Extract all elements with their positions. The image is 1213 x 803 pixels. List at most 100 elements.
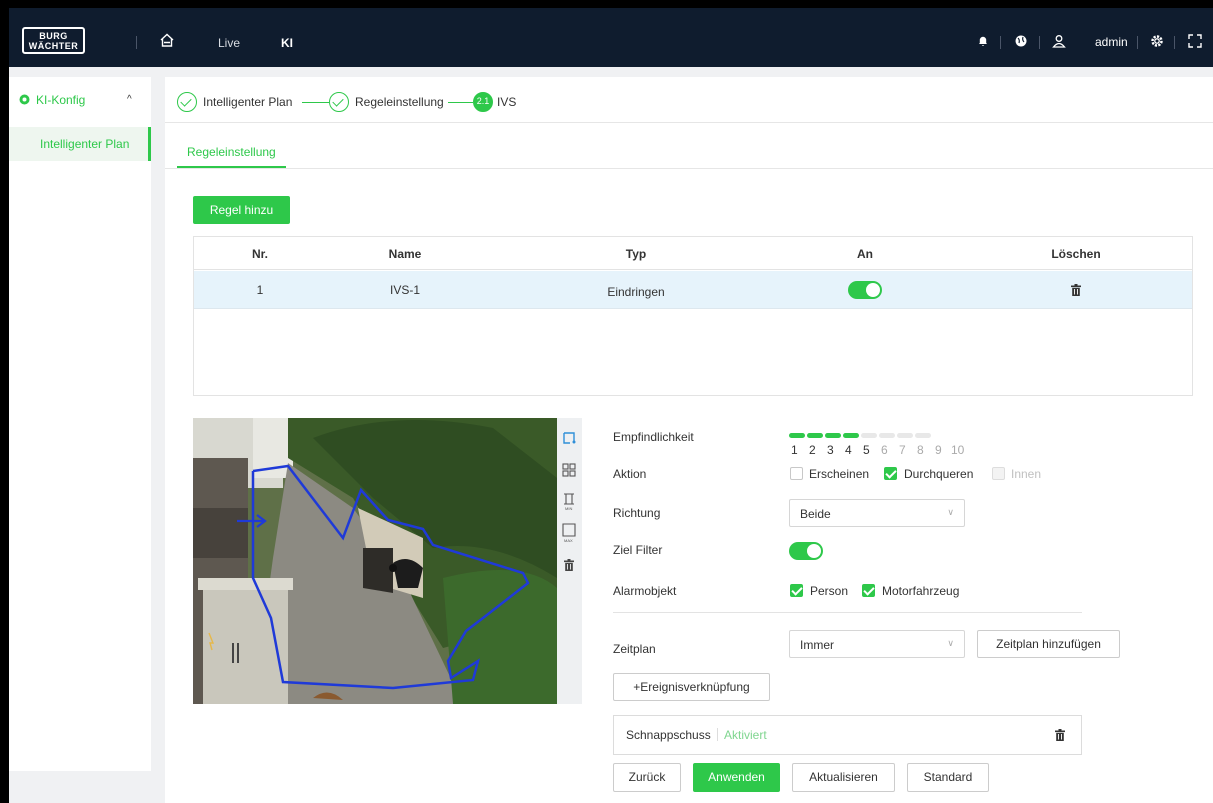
camera-preview[interactable] — [193, 418, 557, 704]
sensitivity-tick: 3 — [827, 443, 834, 457]
table-row[interactable]: 1 IVS-1 Eindringen — [194, 271, 1192, 309]
max-size-icon[interactable]: MAX — [562, 523, 576, 543]
sensitivity-tick: 9 — [935, 443, 942, 457]
default-button[interactable]: Standard — [907, 763, 989, 792]
sensitivity-segment — [897, 433, 913, 438]
divider — [1000, 36, 1001, 49]
check-icon — [329, 92, 349, 112]
chevron-down-icon: ∨ — [947, 638, 954, 648]
rules-table: Nr. Name Typ An Löschen 1 IVS-1 Eindring… — [193, 236, 1193, 396]
label-erscheinen: Erscheinen — [809, 467, 870, 481]
user-name[interactable]: admin — [1095, 35, 1128, 49]
top-bar: BURG WÄCHTER Live KI admin — [9, 8, 1213, 67]
schedule-select[interactable]: Immer ∨ — [789, 630, 965, 658]
camera-scene — [193, 418, 557, 704]
user-icon[interactable] — [1052, 34, 1066, 48]
label-richtung: Richtung — [613, 506, 661, 520]
main-content: Intelligenter Plan Regeleinstellung 2.1 … — [165, 77, 1213, 803]
checkbox-person[interactable] — [790, 584, 803, 597]
min-size-icon[interactable]: MIN — [562, 493, 576, 511]
draw-rule-icon[interactable] — [562, 431, 576, 445]
checkbox-innen — [992, 467, 1005, 480]
event-link-button[interactable]: +Ereignisverknüpfung — [613, 673, 770, 701]
refresh-button[interactable]: Aktualisieren — [792, 763, 895, 792]
nav-live[interactable]: Live — [218, 36, 240, 50]
table-header: Nr. Name Typ An Löschen — [194, 237, 1192, 270]
label-person: Person — [810, 584, 849, 598]
grid-target-icon[interactable] — [562, 463, 576, 477]
sensitivity-segment — [825, 433, 841, 438]
app-window: BURG WÄCHTER Live KI admin KI-Konfig ^ I… — [9, 8, 1213, 803]
snapshot-label: Schnappschuss — [626, 728, 711, 742]
snapshot-status: Aktiviert — [724, 728, 767, 742]
step-regeleinstellung: Regeleinstellung — [355, 95, 444, 109]
svg-text:MAX: MAX — [564, 538, 573, 543]
apply-button[interactable]: Anwenden — [693, 763, 780, 792]
label-innen: Innen — [1011, 467, 1042, 481]
step-number: 2.1 — [473, 92, 493, 112]
sensitivity-tick: 4 — [845, 443, 852, 457]
home-icon[interactable] — [159, 32, 175, 48]
divider — [1137, 36, 1138, 49]
cell-typ: Eindringen — [607, 285, 665, 299]
divider — [717, 728, 718, 741]
schedule-value: Immer — [800, 638, 834, 652]
globe-icon[interactable] — [1014, 34, 1028, 48]
direction-select[interactable]: Beide ∨ — [789, 499, 965, 527]
checkbox-erscheinen[interactable] — [790, 467, 803, 480]
rule-enabled-toggle[interactable] — [848, 281, 882, 299]
add-rule-button[interactable]: Regel hinzu — [193, 196, 290, 224]
label-empfindlichkeit: Empfindlichkeit — [613, 430, 694, 444]
snapshot-panel: Schnappschuss Aktiviert — [613, 715, 1082, 755]
sensitivity-tick: 7 — [899, 443, 906, 457]
label-durchqueren: Durchqueren — [904, 467, 974, 481]
step-intelligenter-plan: Intelligenter Plan — [203, 95, 293, 109]
divider — [136, 36, 137, 49]
nav-ki[interactable]: KI — [281, 36, 293, 50]
check-icon — [177, 92, 197, 112]
divider — [1039, 36, 1040, 49]
back-button[interactable]: Zurück — [613, 763, 681, 792]
column-header-loeschen: Löschen — [1051, 247, 1101, 261]
sensitivity-tick: 2 — [809, 443, 816, 457]
sensitivity-tick: 8 — [917, 443, 924, 457]
column-header-nr: Nr. — [251, 247, 269, 261]
add-schedule-button[interactable]: Zeitplan hinzufügen — [977, 630, 1120, 658]
sensitivity-segment — [807, 433, 823, 438]
trash-icon[interactable] — [1055, 729, 1065, 741]
checkbox-durchqueren[interactable] — [884, 467, 897, 480]
label-zeitplan: Zeitplan — [613, 642, 656, 656]
divider — [1174, 36, 1175, 49]
sensitivity-tick: 10 — [951, 443, 965, 457]
svg-text:MIN: MIN — [565, 506, 572, 511]
column-header-typ: Typ — [625, 247, 647, 261]
sensitivity-tick: 6 — [881, 443, 888, 457]
trash-icon[interactable] — [564, 559, 574, 571]
sensitivity-segment — [861, 433, 877, 438]
bell-icon[interactable] — [976, 34, 990, 48]
sensitivity-segment — [915, 433, 931, 438]
sensitivity-tick: 5 — [863, 443, 870, 457]
cell-nr: 1 — [256, 283, 264, 297]
sensitivity-segment — [879, 433, 895, 438]
sensitivity-tick: 1 — [791, 443, 798, 457]
trash-icon[interactable] — [1071, 284, 1081, 296]
step-connector — [302, 102, 329, 103]
drawing-toolbar: MIN MAX — [557, 418, 582, 704]
tab-regeleinstellung[interactable]: Regeleinstellung — [177, 131, 286, 168]
label-aktion: Aktion — [613, 467, 647, 481]
target-filter-toggle[interactable] — [789, 542, 823, 560]
sidebar-group-ki-konfig[interactable]: KI-Konfig — [19, 93, 85, 107]
checkbox-motorfahrzeug[interactable] — [862, 584, 875, 597]
sidebar-item-intelligenter-plan[interactable]: Intelligenter Plan — [9, 127, 151, 161]
ai-config-icon — [19, 94, 30, 105]
gear-icon[interactable] — [1150, 34, 1164, 48]
tab-divider — [165, 168, 1213, 169]
logo-text-bottom: WÄCHTER — [28, 41, 79, 51]
logo-text-top: BURG — [39, 31, 68, 41]
chevron-up-icon[interactable]: ^ — [127, 94, 132, 105]
fullscreen-icon[interactable] — [1188, 34, 1202, 48]
column-header-an: An — [857, 247, 873, 261]
chevron-down-icon: ∨ — [947, 507, 954, 517]
label-ziel-filter: Ziel Filter — [613, 543, 663, 557]
